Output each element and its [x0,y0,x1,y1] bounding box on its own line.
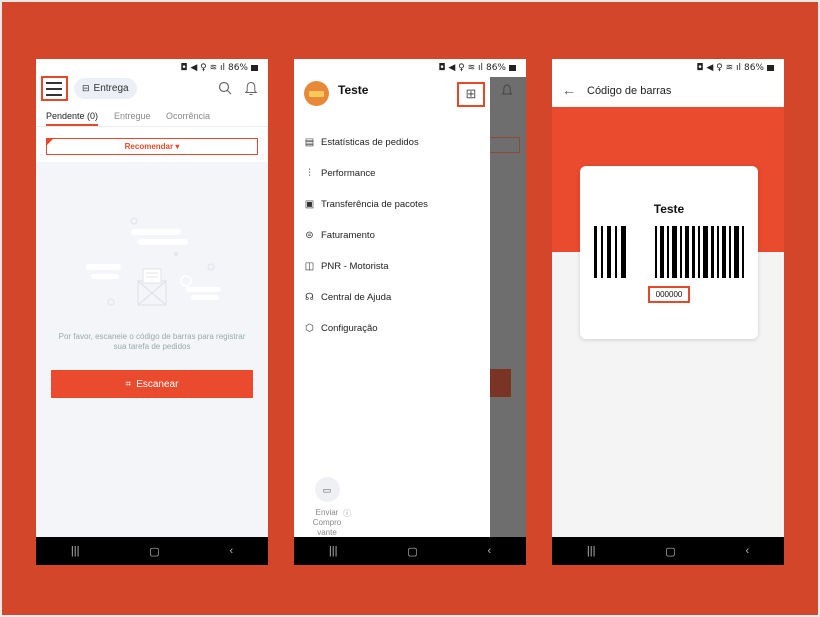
battery-icon [509,65,516,71]
back-nav-icon[interactable]: ‹ [487,545,491,557]
info-icon: ⓘ [343,509,351,518]
order-tabs: Pendente (0) Entregue Ocorrência [36,105,268,127]
status-bar: ◘ ◀ ♀ ≋ ıl 86% [36,59,268,77]
barcode-card: Teste 000000 [580,166,758,339]
status-icons: ◘ ◀ ♀ ≋ ıl [180,63,225,73]
recent-apps-icon[interactable]: ||| [71,545,80,557]
card-name: Teste [653,202,685,216]
status-bar: ◘ ◀ ♀ ≋ ıl 86% [552,59,784,77]
scan-icon: ⌗ [125,378,132,390]
dimmed-bell-icon [501,84,513,95]
avatar[interactable] [304,81,329,106]
back-nav-icon[interactable]: ‹ [745,545,749,557]
phone-screen-barcode: ◘ ◀ ♀ ≋ ıl 86% ← Código de barras Teste [552,59,784,565]
scan-button[interactable]: ⌗ Escanear [51,370,253,398]
clipboard-icon: ▤ [304,137,315,148]
tab-ocorrencia[interactable]: Ocorrência [166,111,210,121]
qr-highlight-box [457,82,485,107]
menu-item-transferencia[interactable]: ▣ Transferência de pacotes [294,189,490,220]
battery-text: 86% [227,63,248,73]
menu-item-estatisticas[interactable]: ▤ Estatísticas de pedidos [294,127,490,158]
home-icon[interactable]: ▢ [149,545,159,558]
phone-screen-drawer: Teste ⊞ ▤ Estatísticas de pedidos ⫶ Perf… [294,59,526,565]
entrega-label: Entrega [93,83,129,94]
menu-item-label: Configuração [321,323,378,334]
side-drawer: Teste ⊞ ▤ Estatísticas de pedidos ⫶ Perf… [294,59,490,537]
dimmed-scan-button [490,369,511,397]
search-icon[interactable] [218,81,232,95]
menu-item-label: Performance [321,168,376,179]
menu-item-label: Central de Ajuda [321,292,392,303]
android-nav-bar: ||| ▢ ‹ [36,537,268,565]
empty-mail-illustration-icon [86,217,221,306]
back-arrow-icon[interactable]: ← [562,82,576,98]
battery-icon [767,65,774,71]
barcode-number: 000000 [648,286,690,303]
recommend-label: Recomendar ▾ [124,142,180,151]
home-icon[interactable]: ▢ [665,545,675,558]
dim-overlay[interactable] [490,77,526,537]
tab-pendente[interactable]: Pendente (0) [46,111,98,121]
user-name: Teste [338,83,369,97]
menu-item-pnr[interactable]: ◫ PNR - Motorista [294,251,490,282]
pnr-icon: ◫ [304,261,315,272]
recommend-corner-mark [47,139,53,145]
settings-icon: ⬡ [305,323,314,334]
android-nav-bar: ||| ▢ ‹ [552,537,784,565]
battery-text: 86% [743,63,764,73]
menu-item-configuracao[interactable]: ⬡ Configuração [294,313,490,344]
recommend-dropdown[interactable]: Recomendar ▾ [46,138,258,155]
status-icons: ◘ ◀ ♀ ≋ ıl [438,63,483,73]
menu-item-faturamento[interactable]: ⊜ Faturamento [294,220,490,251]
phone-screen-home: ◘ ◀ ♀ ≋ ıl 86% ⊟ Entrega Pendente (0) En… [36,59,268,565]
image-icon: ▭ [314,477,340,502]
menu-item-label: Estatísticas de pedidos [321,137,419,148]
menu-item-label: Faturamento [321,230,375,241]
menu-item-performance[interactable]: ⫶ Performance [294,158,490,189]
back-nav-icon[interactable]: ‹ [229,545,233,557]
barcode-icon [594,226,744,278]
empty-message: Por favor, escaneie o código de barras p… [58,332,246,351]
barcode-header: ← Código de barras [552,77,784,107]
battery-icon [251,65,258,71]
menu-item-label: PNR - Motorista [321,261,389,272]
scan-label: Escanear [136,378,179,390]
menu-item-central-ajuda[interactable]: ☊ Central de Ajuda [294,282,490,313]
entrega-button[interactable]: ⊟ Entrega [74,78,137,99]
billing-icon: ⊜ [305,230,314,241]
active-tab-underline [46,124,98,126]
menu-item-label: Transferência de pacotes [321,199,428,210]
bell-icon[interactable] [244,81,258,96]
android-nav-bar: ||| ▢ ‹ [294,537,526,565]
transfer-icon: ▣ [304,199,315,210]
tab-entregue[interactable]: Entregue [114,111,151,121]
dimmed-recommend-box [490,137,520,153]
headset-icon: ☊ [305,292,314,303]
enviar-label: Enviar Compro vante [312,508,342,537]
truck-icon: ⊟ [82,83,90,93]
page-title: Código de barras [587,85,672,97]
battery-text: 86% [485,63,506,73]
drawer-menu: ▤ Estatísticas de pedidos ⫶ Performance … [294,127,490,344]
top-bar: ⊟ Entrega [36,76,268,105]
menu-highlight-box [41,76,68,101]
recent-apps-icon[interactable]: ||| [587,545,596,557]
recent-apps-icon[interactable]: ||| [329,545,338,557]
status-icons: ◘ ◀ ♀ ≋ ıl [696,63,741,73]
status-bar: ◘ ◀ ♀ ≋ ıl 86% [294,59,526,77]
home-icon[interactable]: ▢ [407,545,417,558]
chart-icon: ⫶ [308,168,311,179]
